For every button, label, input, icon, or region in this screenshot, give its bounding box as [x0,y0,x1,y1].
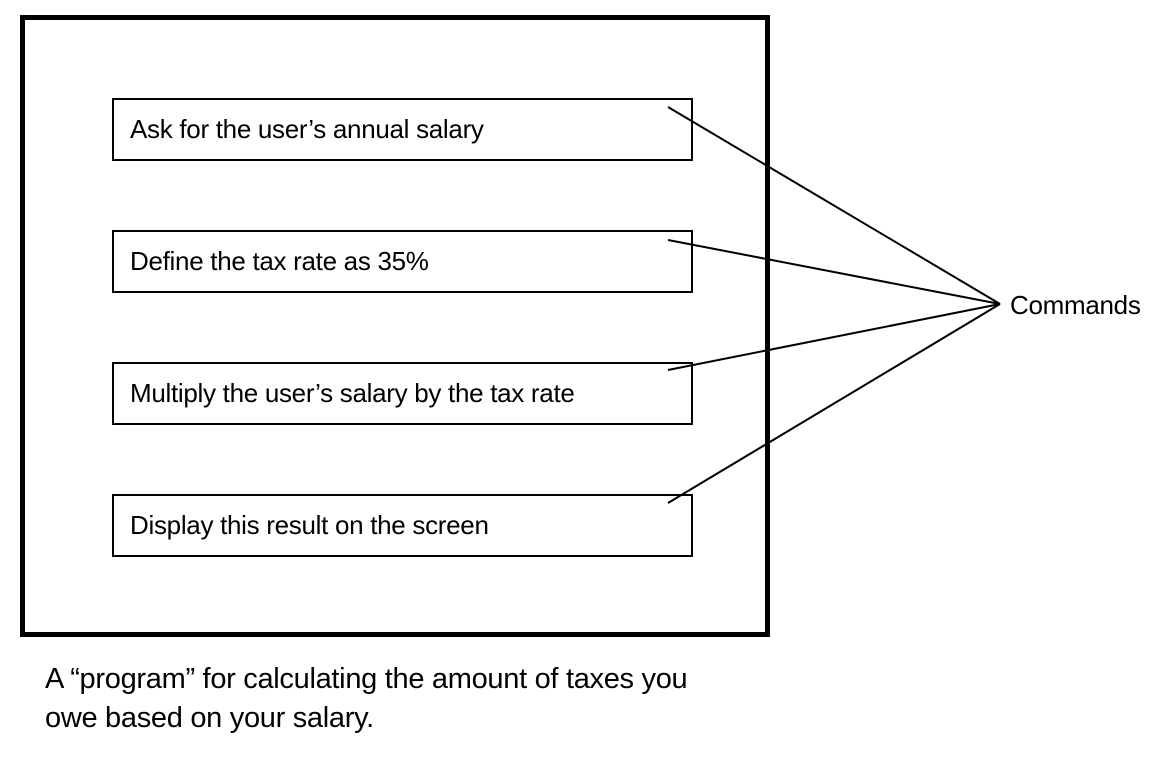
command-step-2-text: Define the tax rate as 35% [130,246,429,276]
diagram-caption: A “program” for calculating the amount o… [45,660,745,738]
command-step-3-text: Multiply the user’s salary by the tax ra… [130,378,575,408]
command-step-3: Multiply the user’s salary by the tax ra… [112,362,693,425]
command-step-1-text: Ask for the user’s annual salary [130,114,484,144]
command-step-1: Ask for the user’s annual salary [112,98,693,161]
program-commands-diagram: Ask for the user’s annual salary Define … [0,0,1162,765]
command-step-2: Define the tax rate as 35% [112,230,693,293]
command-step-4: Display this result on the screen [112,494,693,557]
commands-label: Commands [1010,290,1141,321]
command-step-4-text: Display this result on the screen [130,510,489,540]
program-container-box: Ask for the user’s annual salary Define … [20,15,770,637]
